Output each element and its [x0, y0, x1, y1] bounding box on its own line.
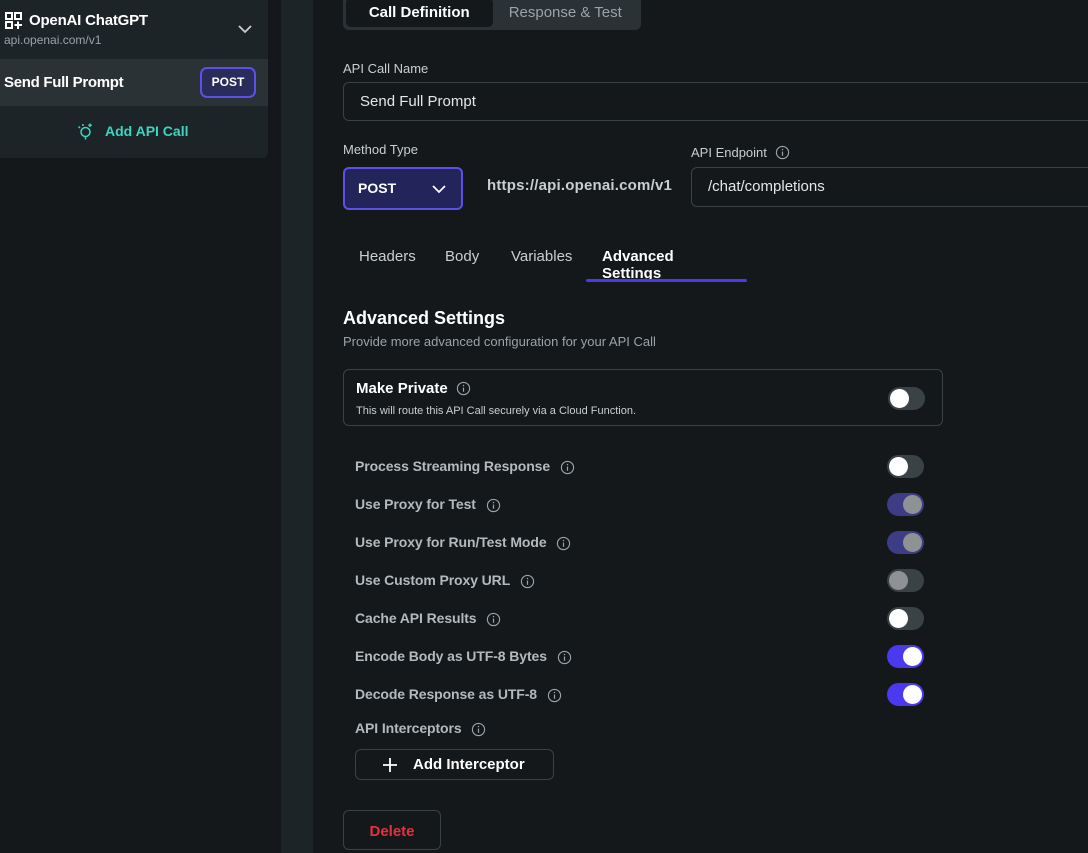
setting-label: Use Custom Proxy URL [355, 572, 535, 589]
tab-advanced-settings[interactable]: Advanced Settings [602, 248, 674, 282]
info-icon[interactable] [775, 145, 790, 160]
add-api-call-label: Add API Call [105, 123, 189, 139]
add-api-call-button[interactable]: Add API Call [77, 121, 189, 141]
active-tab-indicator [586, 279, 747, 282]
make-private-description: This will route this API Call securely v… [356, 405, 637, 417]
make-private-title-row: Make Private [356, 380, 471, 397]
add-interceptor-button[interactable]: Add Interceptor [355, 749, 554, 780]
sidebar-item-send-full-prompt[interactable]: Send Full Prompt POST [0, 59, 268, 106]
endpoint-input[interactable]: /chat/completions [691, 167, 1088, 207]
setting-label: Encode Body as UTF-8 Bytes [355, 648, 572, 665]
setting-row-cache: Cache API Results [355, 606, 925, 632]
setting-row-encode-body: Encode Body as UTF-8 Bytes [355, 644, 925, 670]
info-icon[interactable] [557, 650, 572, 665]
method-type-value: POST [358, 180, 397, 196]
base-url-text: https://api.openai.com/v1 [487, 177, 673, 194]
delete-label: Delete [369, 823, 415, 840]
call-name-input[interactable]: Send Full Prompt [343, 82, 1088, 121]
tab-call-definition[interactable]: Call Definition [346, 0, 493, 27]
cache-results-toggle[interactable] [887, 607, 924, 630]
method-type-label: Method Type [343, 142, 418, 157]
setting-row-interceptors: API Interceptors [355, 716, 925, 742]
sidebar-item-label: Send Full Prompt [4, 74, 124, 91]
add-interceptor-label: Add Interceptor [413, 756, 525, 773]
setting-row-proxy-test: Use Proxy for Test [355, 492, 925, 518]
setting-label: Decode Response as UTF-8 [355, 686, 562, 703]
grid-plus-icon [5, 12, 22, 29]
tab-body[interactable]: Body [445, 248, 479, 265]
method-type-select[interactable]: POST [343, 167, 463, 210]
advanced-settings-title: Advanced Settings [343, 308, 506, 328]
call-name-label: API Call Name [343, 61, 429, 76]
setting-row-custom-proxy: Use Custom Proxy URL [355, 568, 925, 594]
chevron-down-icon[interactable] [236, 20, 254, 38]
api-group-title: OpenAI ChatGPT [29, 12, 148, 29]
tab-variables[interactable]: Variables [511, 248, 572, 265]
editor-mode-tabs: Call Definition Response & Test [343, 0, 641, 30]
info-icon[interactable] [547, 688, 562, 703]
advanced-settings-subtitle: Provide more advanced configuration for … [343, 334, 656, 349]
tab-response-test[interactable]: Response & Test [493, 0, 639, 27]
method-badge: POST [200, 67, 256, 98]
proxy-for-run-toggle[interactable] [887, 531, 924, 554]
info-icon[interactable] [520, 574, 535, 589]
panel-divider [281, 0, 313, 853]
make-private-title: Make Private [356, 380, 448, 397]
interceptors-label: API Interceptors [355, 720, 486, 737]
info-icon[interactable] [486, 612, 501, 627]
setting-label: Cache API Results [355, 610, 501, 627]
info-icon[interactable] [486, 498, 501, 513]
decode-response-utf8-toggle[interactable] [887, 683, 924, 706]
info-icon[interactable] [556, 536, 571, 551]
make-private-toggle[interactable] [888, 387, 925, 410]
setting-label: Use Proxy for Test [355, 496, 501, 513]
setting-row-proxy-run: Use Proxy for Run/Test Mode [355, 530, 925, 556]
api-call-editor: Call Definition Response & Test API Call… [313, 0, 1088, 853]
proxy-for-test-toggle[interactable] [887, 493, 924, 516]
plus-icon [383, 758, 397, 772]
setting-row-streaming: Process Streaming Response [355, 454, 925, 480]
setting-label: Process Streaming Response [355, 458, 575, 475]
api-group-url: api.openai.com/v1 [4, 33, 102, 47]
add-api-call-icon [77, 123, 92, 139]
make-private-card: Make Private This will route this API Ca… [343, 369, 943, 426]
endpoint-label: API Endpoint [691, 144, 767, 160]
api-group-card: OpenAI ChatGPT api.openai.com/v1 Send Fu… [0, 0, 268, 158]
custom-proxy-url-toggle[interactable] [887, 569, 924, 592]
info-icon[interactable] [456, 381, 471, 396]
endpoint-label-row: API Endpoint [691, 143, 790, 161]
tab-headers[interactable]: Headers [359, 248, 416, 265]
chevron-down-icon [432, 185, 446, 194]
info-icon[interactable] [560, 460, 575, 475]
setting-row-decode-response: Decode Response as UTF-8 [355, 682, 925, 708]
api-group-header[interactable]: OpenAI ChatGPT api.openai.com/v1 [0, 0, 268, 58]
api-sidebar: OpenAI ChatGPT api.openai.com/v1 Send Fu… [0, 0, 281, 853]
encode-body-utf8-toggle[interactable] [887, 645, 924, 668]
streaming-response-toggle[interactable] [887, 455, 924, 478]
info-icon[interactable] [471, 722, 486, 737]
setting-label: Use Proxy for Run/Test Mode [355, 534, 571, 551]
delete-button[interactable]: Delete [343, 810, 441, 850]
